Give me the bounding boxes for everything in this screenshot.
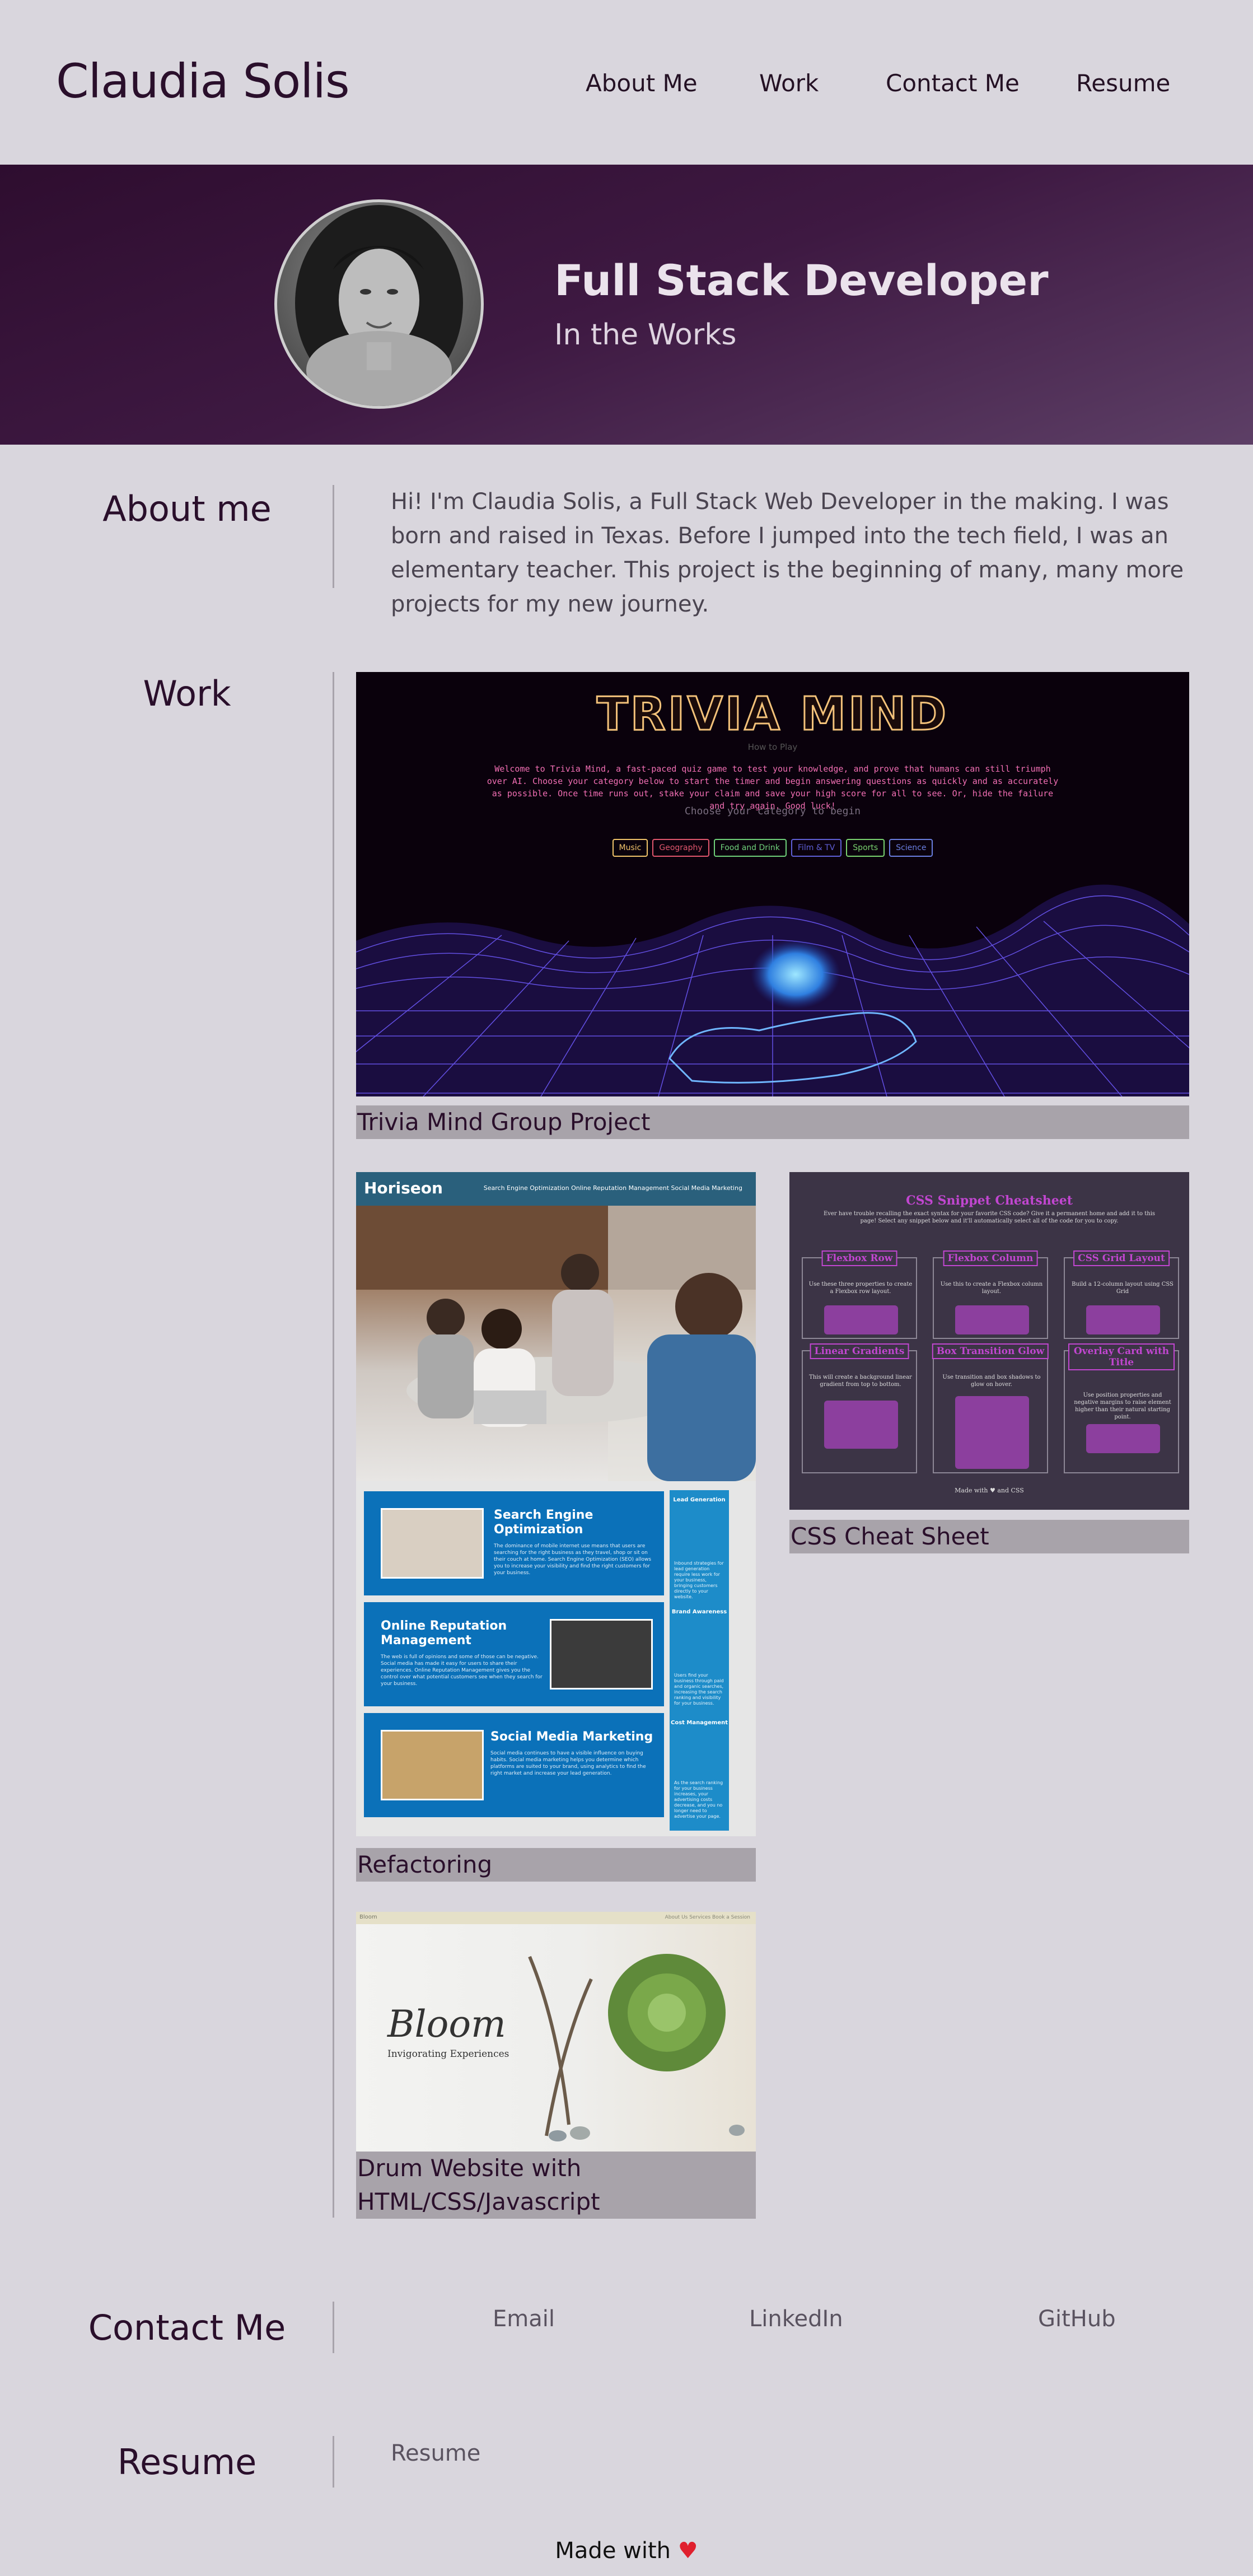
email-link[interactable]: Email	[493, 2306, 555, 2332]
reputation-card: Online Reputation Management The web is …	[364, 1602, 664, 1706]
project-caption[interactable]: CSS Cheat Sheet	[789, 1520, 1189, 1553]
work-heading: Work	[143, 673, 231, 714]
linkedin-link[interactable]: LinkedIn	[749, 2306, 843, 2332]
cheat-card-title: Overlay Card with Title	[1068, 1343, 1175, 1370]
hero-subtitle: In the Works	[554, 318, 737, 352]
cheat-card-text: Build a 12-column layout using CSS Grid	[1072, 1281, 1173, 1295]
seo-card: Search Engine Optimization The dominance…	[364, 1491, 664, 1595]
cheat-card-code	[824, 1401, 898, 1449]
cheat-card-text: Use this to create a Flexbox column layo…	[940, 1281, 1043, 1295]
trivia-category-buttons: Music Geography Food and Drink Film & TV…	[356, 839, 1189, 857]
trivia-category-button: Music	[612, 839, 648, 857]
trivia-wireframe-art	[356, 884, 1189, 1096]
trivia-category-button: Film & TV	[791, 839, 842, 857]
reputation-card-title: Online Reputation Management	[381, 1619, 507, 1648]
cheat-card-title: Flexbox Row	[821, 1250, 897, 1266]
project-caption[interactable]: Trivia Mind Group Project	[356, 1105, 1189, 1139]
benefit-text: Users find your business through paid an…	[674, 1673, 724, 1706]
benefit-text: As the search ranking for your business …	[674, 1780, 723, 1819]
nav-contact-me[interactable]: Contact Me	[886, 69, 1020, 97]
trivia-mind-screenshot[interactable]: TRIVIA MIND How to Play Welcome to Trivi…	[356, 672, 1189, 1096]
cheat-card: CSS Grid Layout Build a 12-column layout…	[1064, 1250, 1179, 1339]
succulent-image	[528, 1954, 745, 2141]
trivia-title: TRIVIA MIND	[596, 687, 949, 742]
seo-card-image	[381, 1508, 484, 1579]
site-brand[interactable]: Claudia Solis	[56, 54, 350, 109]
project-caption[interactable]: Drum Website with HTML/CSS/Javascript	[356, 2152, 756, 2219]
cheat-subtitle: Ever have trouble recalling the exact sy…	[823, 1211, 1156, 1224]
resume-link[interactable]: Resume	[391, 2440, 480, 2466]
seo-card-title: Search Engine Optimization	[494, 1508, 593, 1537]
drum-website-screenshot[interactable]: Bloom About Us Services Book a Session B…	[356, 1912, 756, 2152]
cheat-card-code	[1086, 1305, 1160, 1334]
trivia-how-to-play: How to Play	[747, 742, 798, 752]
site-header: Claudia Solis About Me Work Contact Me R…	[0, 0, 1253, 165]
benefit-title: Lead Generation	[673, 1497, 726, 1503]
cheat-card: Flexbox Row Use these three properties t…	[802, 1250, 917, 1339]
cheat-card: Linear Gradients This will create a back…	[802, 1343, 917, 1473]
cheat-footer: Made with ♥ and CSS	[955, 1487, 1024, 1494]
cheat-card-code	[824, 1305, 898, 1334]
nav-resume[interactable]: Resume	[1076, 69, 1170, 97]
trivia-category-button: Science	[889, 839, 933, 857]
cheat-card-title: CSS Grid Layout	[1073, 1250, 1170, 1266]
about-text: Hi! I'm Claudia Solis, a Full Stack Web …	[391, 489, 1184, 617]
cheat-card-title: Linear Gradients	[810, 1343, 909, 1359]
social-card-text: Social media continues to have a visible…	[490, 1751, 646, 1776]
nav-work[interactable]: Work	[759, 69, 819, 97]
cheat-card: Flexbox Column Use this to create a Flex…	[933, 1250, 1048, 1339]
reputation-card-text: The web is full of opinions and some of …	[381, 1654, 543, 1687]
trivia-choose-text: Choose your category to begin	[684, 805, 861, 817]
about-divider	[333, 485, 334, 588]
footer-text: Made with	[555, 2538, 671, 2564]
cheat-card-text: Use position properties and negative mar…	[1074, 1392, 1171, 1420]
cheat-card-title: Flexbox Column	[943, 1250, 1038, 1266]
cheat-card-code	[955, 1396, 1029, 1469]
trivia-category-button: Food and Drink	[713, 839, 787, 857]
cheat-card: Overlay Card with Title Use position pro…	[1064, 1343, 1179, 1473]
horiseon-benefits: Lead Generation Inbound strategies for l…	[670, 1490, 729, 1831]
resume-heading: Resume	[117, 2442, 257, 2482]
trivia-description: Welcome to Trivia Mind, a fast-paced qui…	[487, 764, 1059, 811]
cheat-card-code	[955, 1305, 1029, 1334]
project-caption[interactable]: Refactoring	[356, 1848, 756, 1882]
reputation-card-image	[550, 1619, 653, 1690]
contact-heading: Contact Me	[88, 2307, 286, 2348]
horiseon-header: Horiseon Search Engine Optimization Onli…	[356, 1172, 756, 1206]
hero-banner: Full Stack Developer In the Works	[0, 165, 1253, 445]
about-heading: About me	[102, 488, 272, 529]
benefit-title: Cost Management	[670, 1720, 728, 1726]
cheat-card-text: This will create a background linear gra…	[809, 1374, 912, 1388]
github-link[interactable]: GitHub	[1038, 2306, 1116, 2332]
site-footer: Made with ♥	[0, 2538, 1253, 2564]
benefit-title: Brand Awareness	[671, 1609, 727, 1615]
cheat-title: CSS Snippet Cheatsheet	[906, 1193, 1073, 1208]
cheat-card-code	[1086, 1424, 1160, 1453]
trivia-category-button: Geography	[652, 839, 709, 857]
cheat-card: Box Transition Glow Use transition and b…	[932, 1343, 1049, 1473]
social-card-title: Social Media Marketing	[490, 1730, 653, 1744]
horiseon-hero-image	[356, 1206, 756, 1481]
resume-divider	[333, 2436, 334, 2488]
profile-photo	[274, 199, 484, 409]
cheat-card-text: Use these three properties to create a F…	[808, 1281, 913, 1295]
seo-card-text: The dominance of mobile internet use mea…	[494, 1543, 652, 1576]
refactoring-screenshot[interactable]: Horiseon Search Engine Optimization Onli…	[356, 1172, 756, 1836]
benefit-text: Inbound strategies for lead generation r…	[674, 1561, 724, 1599]
work-divider	[333, 672, 334, 2218]
hero-title: Full Stack Developer	[554, 255, 1049, 305]
social-card-image	[381, 1730, 484, 1800]
trivia-category-button: Sports	[846, 839, 885, 857]
contact-divider	[333, 2302, 334, 2353]
cheat-card-title: Box Transition Glow	[932, 1343, 1049, 1359]
horiseon-nav: Search Engine Optimization Online Reputa…	[483, 1184, 742, 1192]
css-cheat-sheet-screenshot[interactable]: CSS Snippet Cheatsheet Ever have trouble…	[789, 1172, 1189, 1510]
cheat-card-text: Use transition and box shadows to glow o…	[942, 1374, 1041, 1388]
heart-icon: ♥	[677, 2538, 698, 2564]
social-card: Social Media Marketing Social media cont…	[364, 1713, 664, 1817]
horiseon-logo: Horiseon	[364, 1179, 443, 1197]
nav-about-me[interactable]: About Me	[586, 69, 698, 97]
